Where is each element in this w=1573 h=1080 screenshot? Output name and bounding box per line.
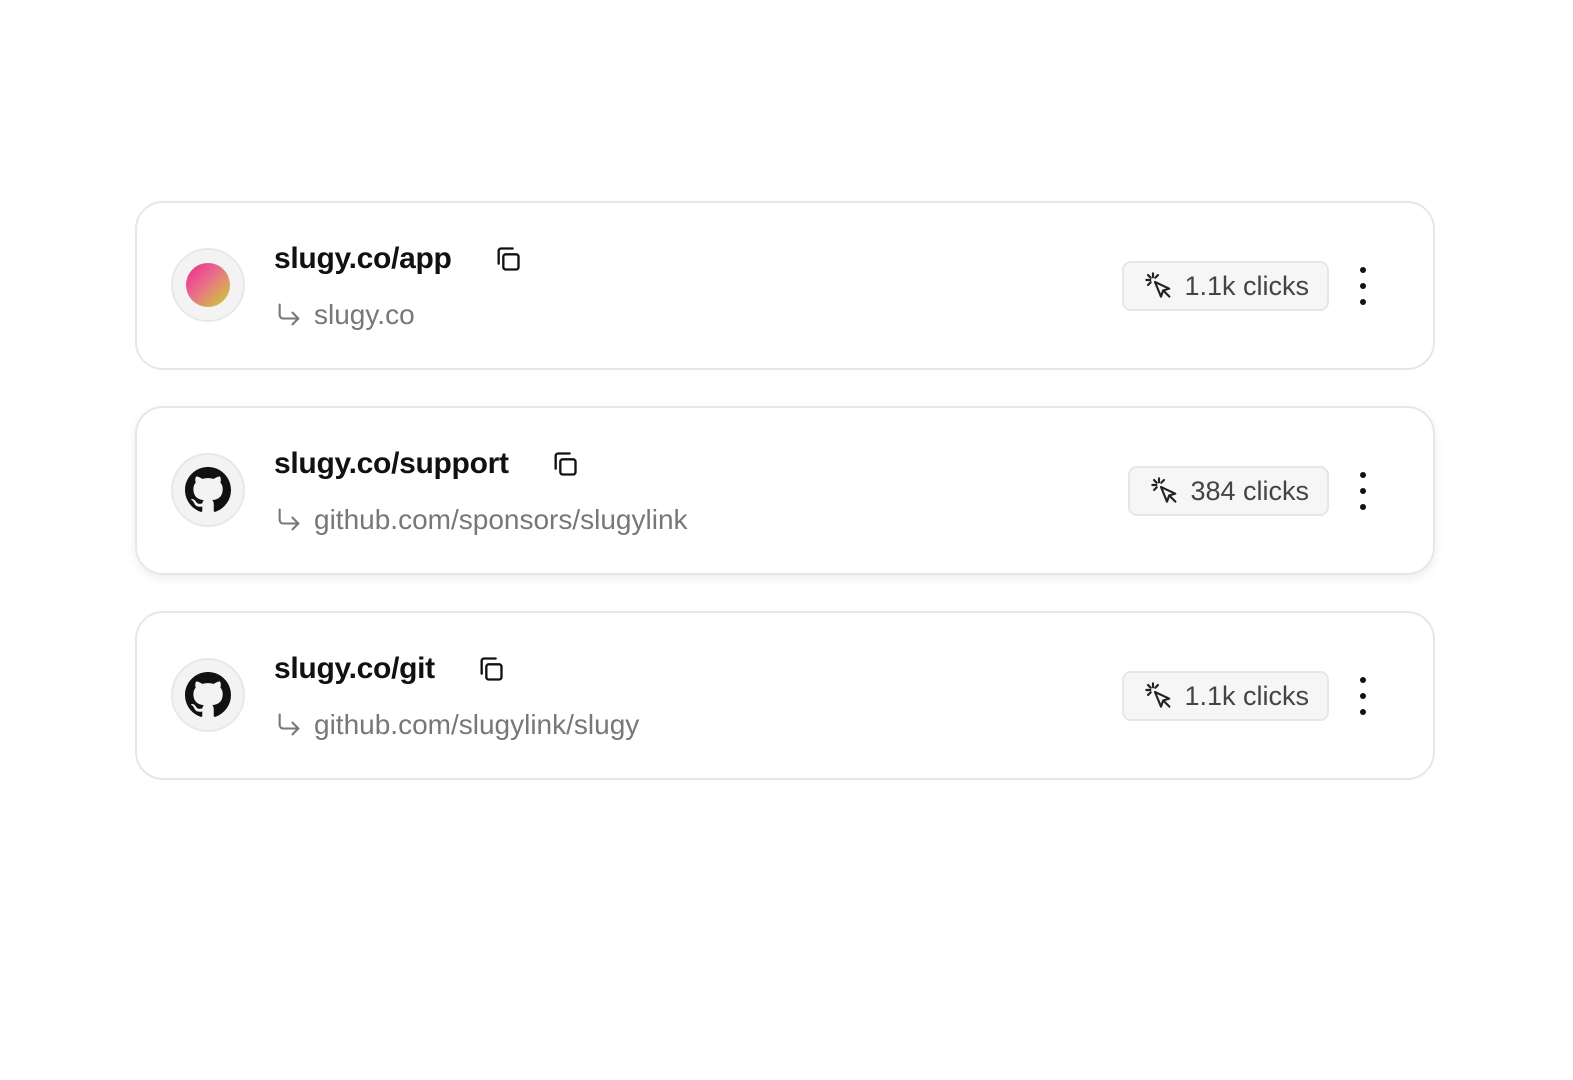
cursor-click-icon xyxy=(1148,474,1182,508)
link-avatar xyxy=(171,658,245,732)
copy-icon xyxy=(554,452,577,476)
cursor-click-icon xyxy=(1142,679,1176,713)
corner-down-right-icon xyxy=(274,505,304,535)
more-options-button[interactable] xyxy=(1345,677,1381,715)
more-vertical-icon xyxy=(1360,267,1366,273)
clicks-count: 384 clicks xyxy=(1190,475,1309,506)
copy-button[interactable] xyxy=(549,448,581,480)
destination-link[interactable]: github.com/slugylink/slugy xyxy=(314,709,639,741)
destination-row: github.com/slugylink/slugy xyxy=(274,705,639,745)
more-options-button[interactable] xyxy=(1345,267,1381,305)
link-card[interactable]: slugy.co/app slugy.co 1.1k clicks xyxy=(135,201,1435,370)
short-link-row: slugy.co/support xyxy=(274,444,581,484)
short-link[interactable]: slugy.co/git xyxy=(274,652,435,686)
link-card[interactable]: slugy.co/support github.com/sponsors/slu… xyxy=(135,406,1435,575)
github-icon xyxy=(185,467,231,512)
more-options-button[interactable] xyxy=(1345,472,1381,510)
copy-button[interactable] xyxy=(492,243,524,275)
destination-link[interactable]: github.com/sponsors/slugylink xyxy=(314,504,688,536)
corner-down-right-icon xyxy=(274,300,304,330)
short-link-row: slugy.co/app xyxy=(274,239,524,279)
clicks-count: 1.1k clicks xyxy=(1184,680,1309,711)
clicks-count: 1.1k clicks xyxy=(1184,270,1309,301)
more-vertical-icon xyxy=(1360,472,1366,478)
github-icon xyxy=(185,672,231,717)
link-avatar xyxy=(171,453,245,527)
short-link-row: slugy.co/git xyxy=(274,649,507,689)
copy-icon xyxy=(497,247,520,271)
link-avatar xyxy=(171,248,245,322)
corner-down-right-icon xyxy=(274,710,304,740)
link-list: slugy.co/app slugy.co 1.1k clicks slugy.… xyxy=(135,201,1435,816)
cursor-click-icon xyxy=(1142,269,1176,303)
copy-button[interactable] xyxy=(475,653,507,685)
more-vertical-icon xyxy=(1360,677,1366,683)
clicks-badge[interactable]: 1.1k clicks xyxy=(1122,261,1329,311)
destination-row: slugy.co xyxy=(274,295,415,335)
clicks-badge[interactable]: 1.1k clicks xyxy=(1122,671,1329,721)
link-card[interactable]: slugy.co/git github.com/slugylink/slugy xyxy=(135,611,1435,780)
destination-link[interactable]: slugy.co xyxy=(314,299,415,331)
clicks-badge[interactable]: 384 clicks xyxy=(1128,466,1329,516)
short-link[interactable]: slugy.co/support xyxy=(274,447,509,481)
copy-icon xyxy=(480,657,503,681)
short-link[interactable]: slugy.co/app xyxy=(274,242,452,276)
gradient-logo-icon xyxy=(186,263,230,307)
destination-row: github.com/sponsors/slugylink xyxy=(274,500,688,540)
